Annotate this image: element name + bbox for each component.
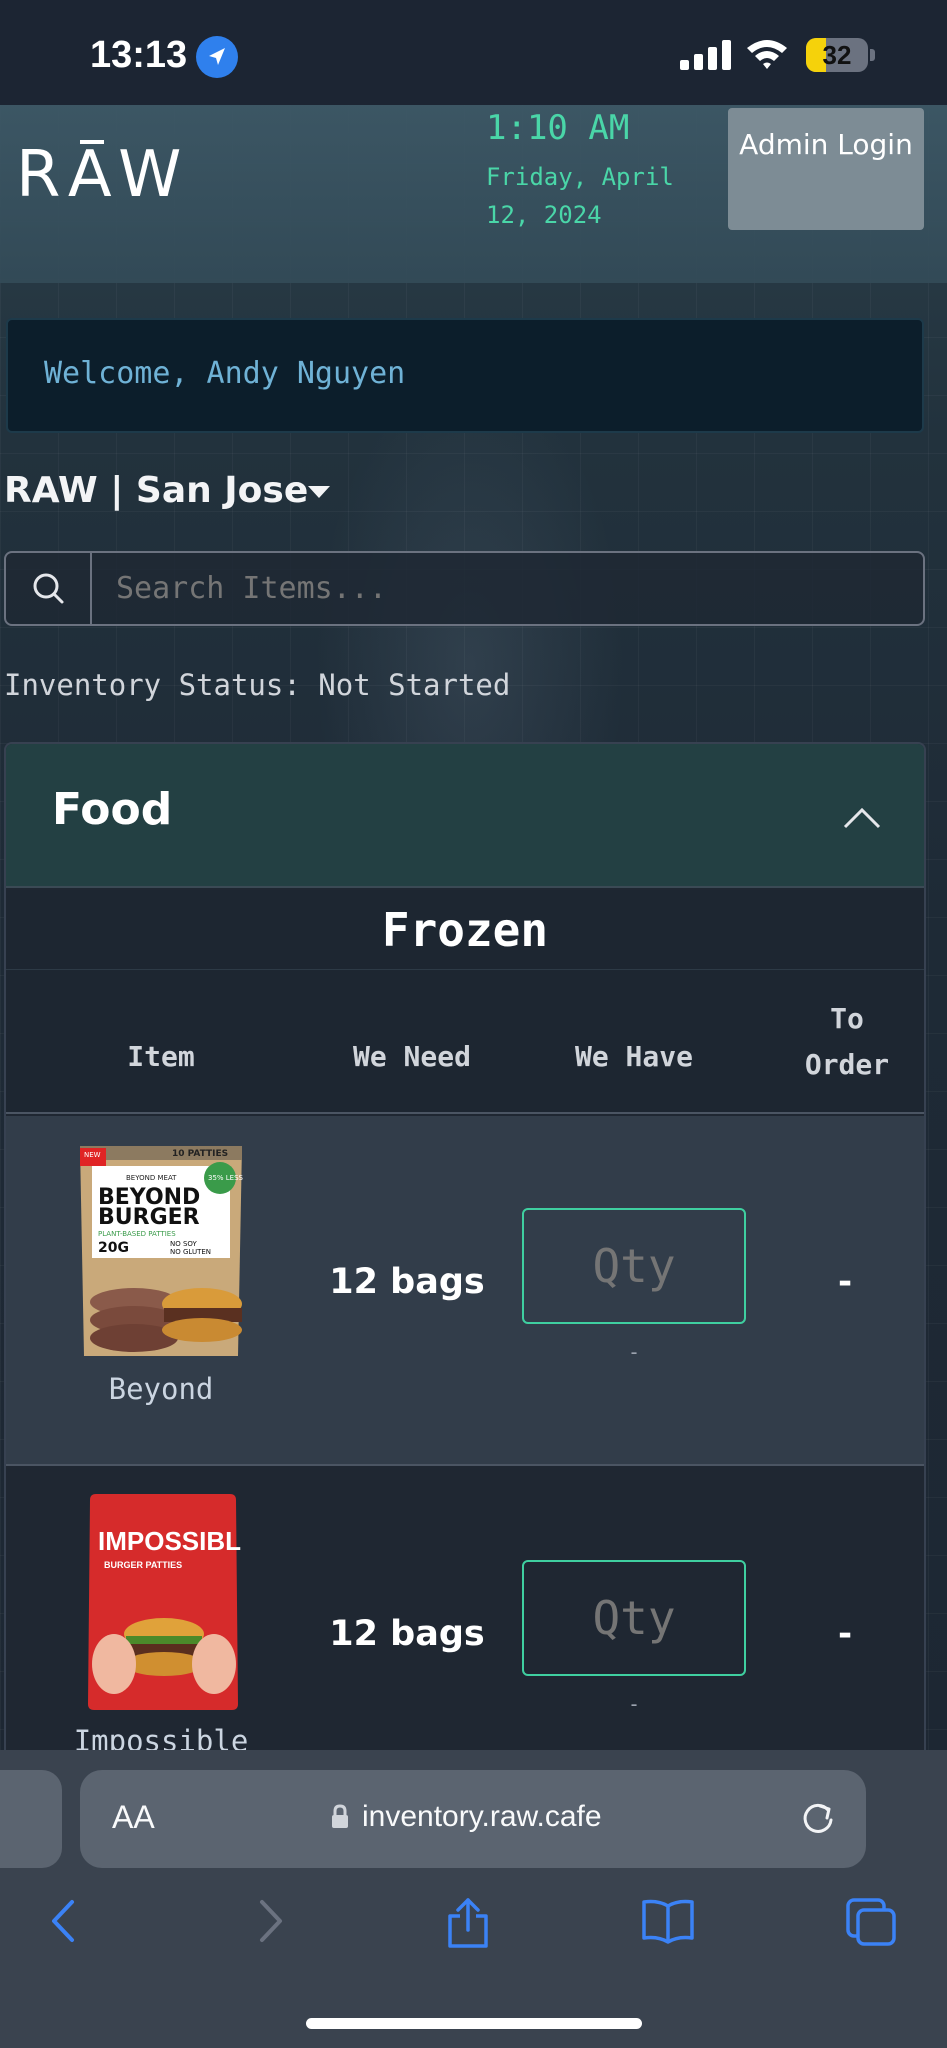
we-have-subtext: - [627,1692,641,1716]
beyond-pack-brand: BEYOND MEAT [126,1174,177,1182]
status-time: 13:13 [90,34,188,76]
table-row: 10 PATTIES NEW BEYOND MEAT BEYOND BURGER… [6,1116,924,1466]
welcome-text: Welcome, Andy Nguyen [44,356,406,391]
beyond-pack-protein: 20G [98,1240,129,1256]
tabs-icon[interactable] [844,1896,898,1948]
search-input[interactable] [116,571,896,606]
beyond-pack-count: 10 PATTIES [172,1149,228,1159]
text-size-label: AA [112,1799,155,1835]
bookmarks-icon[interactable] [640,1896,696,1946]
admin-login-button[interactable]: Admin Login [728,108,924,230]
status-bar: 13:13 32 [0,0,947,105]
inventory-status: Inventory Status: Not Started [4,668,511,702]
beyond-pack-nogluten: NO GLUTEN [170,1248,211,1256]
category-panel-food: Food Frozen Item We Need We Have To Orde… [4,742,926,1752]
search-icon [33,573,64,604]
item-name: Impossible [73,1724,249,1752]
chevron-up-icon[interactable] [842,806,882,830]
column-header-we-need: We Need [352,1040,471,1073]
we-need-value: 12 bags [329,1262,485,1302]
share-icon[interactable] [444,1896,492,1950]
we-have-qty-input[interactable] [522,1560,746,1676]
to-order-value: - [837,1262,853,1302]
previous-tab-peek[interactable] [0,1770,62,1868]
we-have-subtext: - [627,1340,641,1364]
beyond-pack-badge: 35% LESS [208,1174,244,1182]
to-order-value: - [837,1614,853,1654]
url-text[interactable]: inventory.raw.cafe [362,1800,602,1834]
search-bar[interactable] [4,551,925,626]
battery-nub [870,49,875,61]
we-need-value: 12 bags [329,1614,485,1654]
beyond-pack-subtitle: PLANT-BASED PATTIES [98,1230,176,1238]
column-header-we-have: We Have [574,1040,693,1073]
beyond-burger-image: 10 PATTIES NEW BEYOND MEAT BEYOND BURGER… [80,1146,244,1356]
logo-macron [80,140,104,144]
we-have-qty-input[interactable] [522,1208,746,1324]
forward-icon[interactable] [250,1896,290,1946]
location-arrow-icon [196,36,238,78]
table-header: Item We Need We Have To Order [6,970,924,1114]
lock-icon [332,1804,348,1828]
search-icon-container[interactable] [6,553,92,624]
table-row: IMPOSSIBLE BURGER PATTIES Impossible 12 … [6,1468,924,1752]
column-header-to-order: To Order [804,1002,890,1081]
item-name: Beyond [108,1372,214,1406]
beyond-pack-nosoy: NO SOY [170,1240,198,1248]
back-icon[interactable] [44,1896,84,1946]
impossible-burger-image: IMPOSSIBLE BURGER PATTIES [88,1494,242,1710]
battery-icon: 32 [806,38,868,72]
cellular-signal-icon [680,40,731,70]
caret-down-icon[interactable] [308,486,330,498]
beyond-pack-title-2: BURGER [98,1205,200,1230]
welcome-banner: Welcome, Andy Nguyen [6,318,924,433]
header-clock: 1:10 AM [486,108,630,148]
impossible-pack-title: IMPOSSIBLE [98,1526,242,1556]
text-size-button[interactable]: AA [112,1799,155,1836]
category-title: Food [52,784,173,835]
home-indicator [306,2018,642,2029]
raw-logo: RAW [16,138,192,212]
battery-level: 32 [822,40,852,70]
wifi-icon [747,40,787,69]
location-selector[interactable]: RAW | San Jose [4,470,308,511]
column-header-item: Item [127,1040,195,1073]
header-date: Friday, April 12, 2024 [486,163,674,229]
beyond-pack-new: NEW [84,1151,101,1159]
reload-icon[interactable] [798,1798,838,1838]
impossible-pack-subtitle: BURGER PATTIES [104,1560,182,1570]
section-title: Frozen [6,890,924,970]
category-header[interactable]: Food [6,744,924,888]
